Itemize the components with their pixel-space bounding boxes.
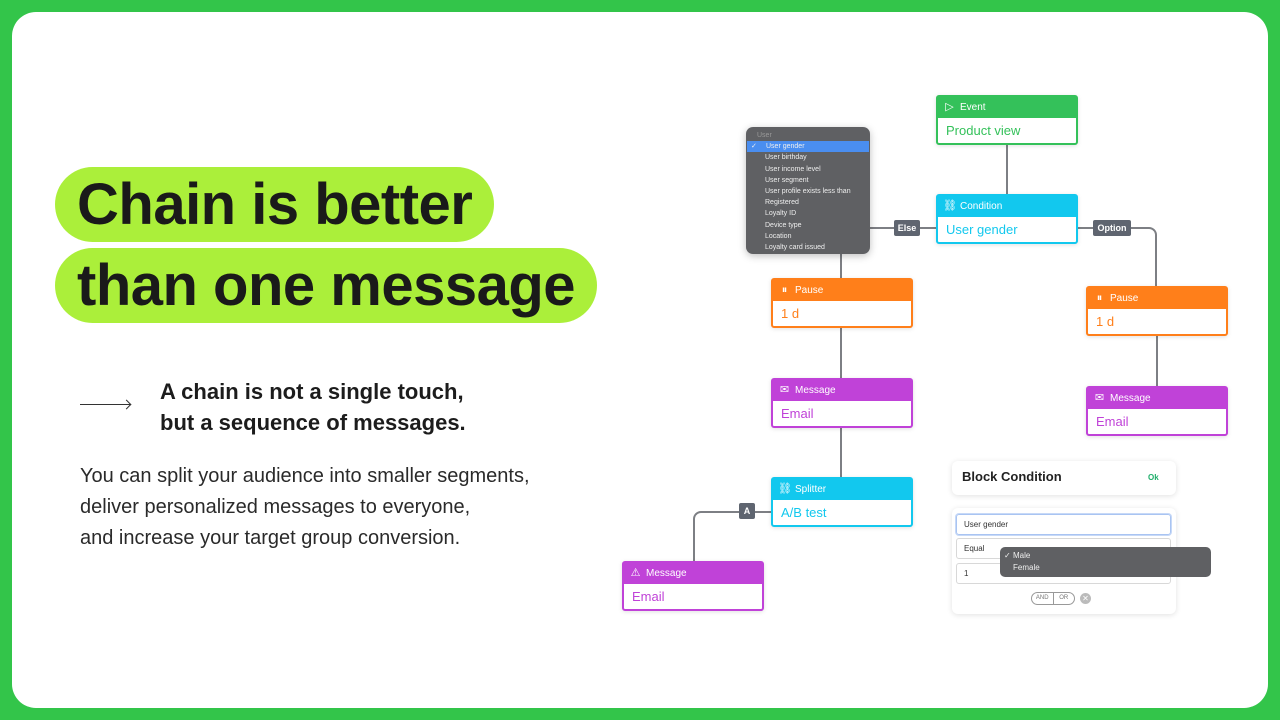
gender-options-dropdown[interactable]: ✓ Male Female (1000, 547, 1211, 577)
node-value: Email (1096, 414, 1129, 429)
description-line: You can split your audience into smaller… (80, 465, 530, 487)
node-type: Pause (1110, 293, 1139, 304)
dropdown-group-label: User (757, 132, 772, 139)
and-button[interactable]: AND (1032, 593, 1054, 604)
subheading-line: but a sequence of messages. (160, 410, 466, 435)
split-a-label: A (739, 503, 755, 519)
description: You can split your audience into smaller… (80, 461, 530, 554)
pause-icon: ⏸ (781, 284, 788, 296)
connector (1156, 336, 1158, 386)
hierarchy-icon: ⛓ (943, 200, 957, 212)
connector (693, 511, 771, 562)
node-value: A/B test (781, 505, 827, 520)
ok-button[interactable]: Ok (1148, 473, 1159, 482)
node-type: Splitter (795, 484, 827, 495)
node-type: Pause (795, 285, 824, 296)
dropdown-option[interactable]: User profile exists less than (746, 186, 870, 197)
node-type: Event (960, 102, 986, 113)
check-icon: ✓ (1004, 551, 1011, 560)
connector (1006, 145, 1008, 195)
dropdown-option[interactable]: User income level (746, 164, 870, 175)
panel-title: Block Condition (962, 469, 1062, 484)
message-node-left[interactable]: ✉ Message Email (771, 378, 913, 428)
arrow-right-icon (80, 404, 130, 405)
dropdown-option[interactable]: Female (1000, 562, 1211, 574)
envelope-icon: ✉ (1094, 392, 1105, 404)
node-type: Message (646, 568, 687, 579)
play-icon: ▷ (945, 101, 954, 113)
hierarchy-icon: ⛓ (778, 483, 792, 495)
dropdown-option[interactable]: Loyalty ID (746, 208, 870, 219)
block-condition-header: Block Condition Ok (952, 461, 1176, 495)
description-line: and increase your target group conversio… (80, 527, 461, 549)
dropdown-option[interactable]: Device type (746, 220, 870, 231)
remove-condition-icon[interactable]: ✕ (1080, 593, 1091, 604)
node-type: Message (795, 385, 836, 396)
envelope-icon: ✉ (779, 384, 790, 396)
warning-icon: ⚠ (630, 567, 641, 579)
option-label: Option (1093, 220, 1131, 236)
pause-node-right[interactable]: ⏸ Pause 1 d (1086, 286, 1228, 336)
dropdown-option[interactable]: User birthday (746, 152, 870, 163)
node-value: Product view (946, 123, 1021, 138)
subheading: A chain is not a single touch, but a sequ… (160, 376, 466, 438)
event-node[interactable]: ▷ Event Product view (936, 95, 1078, 145)
description-line: deliver personalized messages to everyon… (80, 496, 471, 518)
user-attribute-dropdown[interactable]: User User gender User birthday User inco… (746, 127, 870, 254)
node-value: User gender (946, 222, 1018, 237)
else-label: Else (894, 220, 920, 236)
headline-line-1: Chain is better (55, 167, 495, 242)
pause-icon: ⏸ (1096, 292, 1103, 304)
node-value: Email (781, 406, 814, 421)
pause-node-left[interactable]: ⏸ Pause 1 d (771, 278, 913, 328)
message-node-bottom[interactable]: ⚠ Message Email (622, 561, 764, 611)
or-button[interactable]: OR (1054, 593, 1075, 604)
dropdown-option[interactable]: Location (746, 231, 870, 242)
subheading-line: A chain is not a single touch, (160, 379, 464, 404)
dropdown-option[interactable]: User gender (747, 141, 869, 153)
splitter-node[interactable]: ⛓ Splitter A/B test (771, 477, 913, 527)
node-value: 1 d (781, 306, 800, 321)
field-select[interactable]: User gender (956, 514, 1171, 535)
node-type: Condition (960, 201, 1003, 212)
headline-line-2: than one message (55, 248, 598, 323)
connector (1140, 227, 1157, 286)
dropdown-option[interactable]: ✓ Male (1000, 550, 1211, 562)
message-node-right[interactable]: ✉ Message Email (1086, 386, 1228, 436)
and-or-toggle[interactable]: AND OR (1031, 592, 1075, 605)
condition-node[interactable]: ⛓ Condition User gender (936, 194, 1078, 244)
option-label: Male (1013, 551, 1031, 560)
node-type: Message (1110, 393, 1151, 404)
dropdown-option[interactable]: Registered (746, 197, 870, 208)
dropdown-option[interactable]: Loyalty card issued (746, 242, 870, 253)
dropdown-option[interactable]: User segment (746, 175, 870, 186)
node-value: Email (632, 589, 665, 604)
node-value: 1 d (1096, 314, 1115, 329)
